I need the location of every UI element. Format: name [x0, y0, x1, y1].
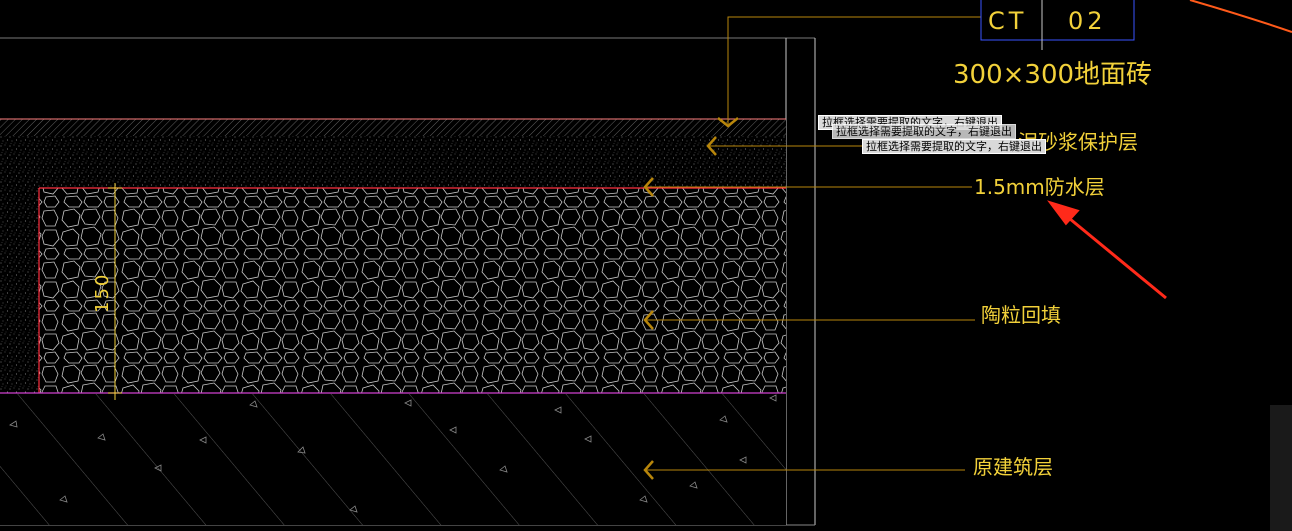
tag-code: CT: [988, 7, 1027, 35]
tile-layer-hatch: [0, 119, 786, 136]
scrollbar[interactable]: [1270, 405, 1292, 531]
original-structure-layer: [0, 394, 786, 525]
label-tile: 300×300地面砖: [953, 60, 1152, 90]
tooltip-3: 拉框选择需要提取的文字，右键退出: [862, 139, 1046, 154]
dimension-text: 150: [92, 273, 113, 313]
leader-tile: [727, 16, 981, 124]
cad-drawing-canvas[interactable]: 150 CT 02 300×300地面砖 泥砂浆保护层 1.5mm防水层 陶粒回…: [0, 0, 1292, 531]
red-curve-stroke: [1189, 0, 1292, 33]
material-tag[interactable]: CT 02: [980, 0, 1135, 50]
ceramsite-fill-layer: [39, 188, 786, 393]
label-waterproof: 1.5mm防水层: [974, 175, 1105, 199]
tooltip-2: 拉框选择需要提取的文字，右键退出: [832, 124, 1016, 139]
label-original: 原建筑层: [973, 455, 1053, 479]
red-annotation-arrow: [1047, 200, 1167, 300]
label-ceramsite: 陶粒回填: [981, 303, 1061, 327]
tag-number: 02: [1068, 7, 1107, 35]
